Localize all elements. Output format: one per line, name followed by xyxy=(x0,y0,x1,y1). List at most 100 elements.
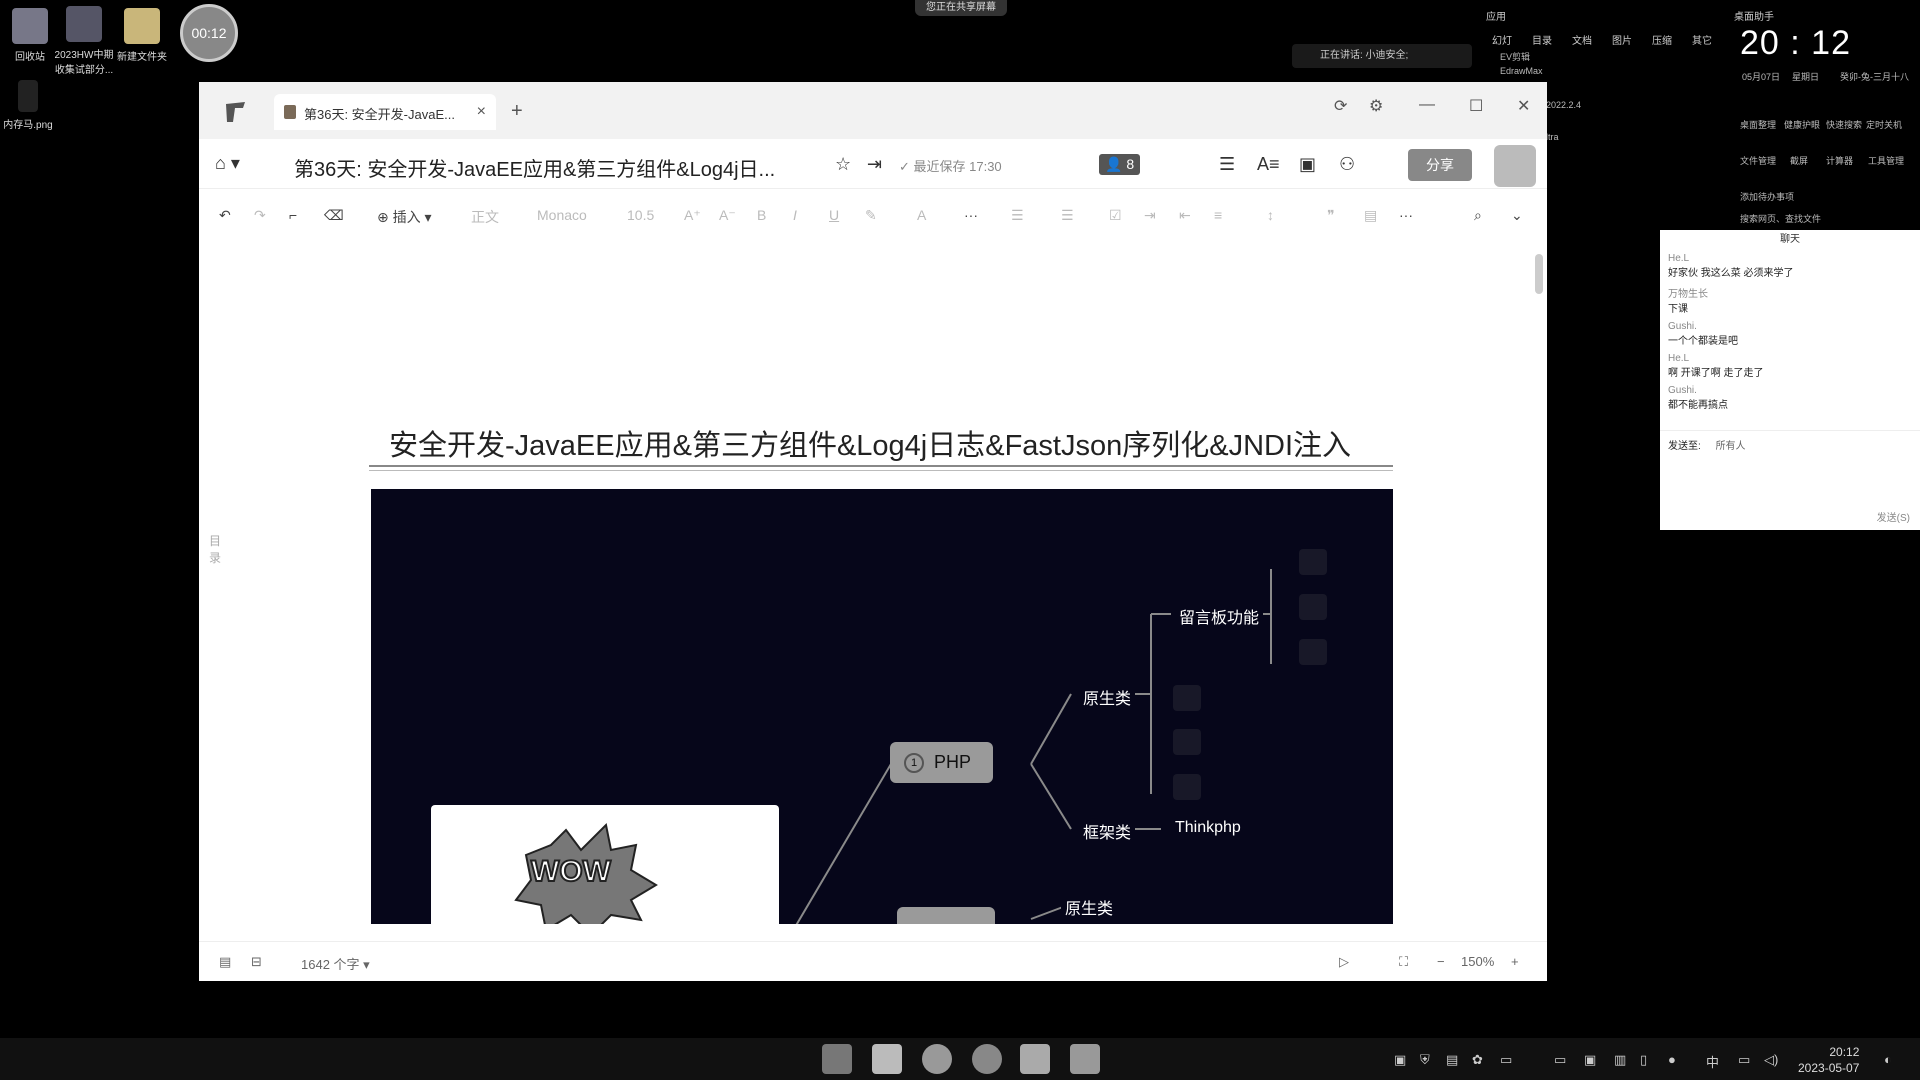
menu-item-docs[interactable]: 文档 xyxy=(1572,32,1592,47)
tray-app-icon[interactable]: ▭ xyxy=(1500,1052,1512,1068)
bold-icon[interactable]: B xyxy=(757,207,766,223)
redo-icon[interactable]: ↷ xyxy=(254,207,266,224)
tray-app-icon[interactable]: ▣ xyxy=(1584,1052,1596,1068)
font-grow-icon[interactable]: A⁺ xyxy=(684,207,701,224)
font-select[interactable]: Monaco xyxy=(537,207,587,223)
document-heading[interactable]: 安全开发-JavaEE应用&第三方组件&Log4j日志&FastJson序列化&… xyxy=(389,422,1351,464)
move-icon[interactable]: ⇥ xyxy=(867,154,882,175)
send-button[interactable]: 发送(S) xyxy=(1877,509,1910,524)
star-icon[interactable]: ☆ xyxy=(835,154,851,175)
network-icon[interactable]: ▭ xyxy=(1738,1052,1750,1068)
tray-app-icon[interactable]: ▥ xyxy=(1614,1052,1626,1068)
app-logo-icon[interactable] xyxy=(223,100,249,124)
search-icon[interactable]: ⌕ xyxy=(1474,207,1482,224)
home-icon[interactable]: ⌂ ▾ xyxy=(215,153,240,174)
avatar[interactable] xyxy=(1494,145,1536,187)
mindmap-node-native-2[interactable]: 原生类 xyxy=(1061,893,1118,921)
vertical-scrollbar[interactable] xyxy=(1535,254,1543,294)
indent-icon[interactable]: ⇥ xyxy=(1144,207,1156,224)
present-icon[interactable]: ▣ xyxy=(1299,154,1316,175)
image-file-icon[interactable]: 内存马.png xyxy=(0,80,60,131)
notification-icon[interactable]: ◐ xyxy=(1884,1052,1892,1067)
chat-compose[interactable]: 发送至: 所有人 发送(S) xyxy=(1660,430,1920,530)
mindmap-node-native[interactable]: 原生类 xyxy=(1079,683,1136,711)
mindmap-node-php[interactable]: 1 PHP xyxy=(890,742,994,784)
chrome-icon[interactable] xyxy=(972,1044,1002,1074)
font-shrink-icon[interactable]: A⁻ xyxy=(719,207,736,224)
code-block-icon[interactable]: ▤ xyxy=(1364,207,1377,224)
new-folder-icon[interactable]: 新建文件夹 xyxy=(110,8,174,63)
mindmap-node-second[interactable] xyxy=(897,907,995,924)
font-size-select[interactable]: 10.5 xyxy=(627,207,654,223)
play-icon[interactable]: ▷ xyxy=(1339,954,1349,970)
document-canvas[interactable]: 目录 安全开发-JavaEE应用&第三方组件&Log4j日志&FastJson序… xyxy=(199,244,1547,924)
add-member-icon[interactable]: ⚇ xyxy=(1339,154,1355,175)
recording-timer[interactable]: 00:12 xyxy=(180,4,238,62)
minimize-icon[interactable]: — xyxy=(1419,96,1435,114)
ime-indicator[interactable]: 中 xyxy=(1706,1052,1719,1071)
format-painter-icon[interactable]: ⌐ xyxy=(289,207,297,223)
shortcut-calculator[interactable]: 计算器 xyxy=(1826,154,1853,167)
send-to-select[interactable]: 所有人 xyxy=(1716,441,1746,452)
add-todo-link[interactable]: 添加待办事项 xyxy=(1740,190,1794,203)
zoom-out-icon[interactable]: − xyxy=(1437,954,1445,969)
outline-icon[interactable]: ▤ xyxy=(219,954,231,970)
more-icon[interactable]: ··· xyxy=(1399,207,1413,223)
shortcut-search[interactable]: 快速搜索 xyxy=(1826,118,1862,131)
photos-icon[interactable] xyxy=(1070,1044,1100,1074)
start-icon[interactable] xyxy=(822,1044,852,1074)
note-app-icon[interactable] xyxy=(1020,1044,1050,1074)
menu-icon[interactable]: ☰ xyxy=(1219,154,1235,175)
shortcut-file-manager[interactable]: 文件管理 xyxy=(1740,154,1776,167)
tray-app-icon[interactable]: ▤ xyxy=(1446,1052,1458,1068)
fullscreen-icon[interactable]: ⛶ xyxy=(1399,954,1408,970)
tray-monitor-icon[interactable]: ▭ xyxy=(1554,1052,1566,1068)
shortcut-shutdown[interactable]: 定时关机 xyxy=(1866,118,1902,131)
usb-icon[interactable]: ▯ xyxy=(1640,1052,1647,1068)
word-count[interactable]: 1642 个字 ▾ xyxy=(301,954,370,973)
line-spacing-icon[interactable]: ↕ xyxy=(1267,207,1274,223)
highlight-icon[interactable]: ✎ xyxy=(865,207,877,224)
checklist-icon[interactable]: ☑ xyxy=(1109,207,1122,224)
menu-item-toc[interactable]: 目录 xyxy=(1532,32,1552,47)
document-tab[interactable]: 第36天: 安全开发-JavaE... × xyxy=(274,94,496,130)
zoom-level[interactable]: 150% xyxy=(1461,954,1494,969)
chevron-down-icon[interactable]: ⌄ xyxy=(1511,207,1523,224)
shortcut-tools[interactable]: 工具管理 xyxy=(1868,154,1904,167)
menu-item-other[interactable]: 其它 xyxy=(1692,32,1712,47)
underline-icon[interactable]: U xyxy=(829,207,839,223)
mindmap-node-thinkphp[interactable]: Thinkphp xyxy=(1171,817,1245,839)
text-style-icon[interactable]: A≡ xyxy=(1257,154,1280,175)
insert-button[interactable]: ⊕ 插入 ▾ xyxy=(377,207,432,227)
document-title[interactable]: 第36天: 安全开发-JavaEE应用&第三方组件&Log4j日... xyxy=(294,153,814,182)
close-tab-icon[interactable]: × xyxy=(477,103,486,121)
bullet-list-icon[interactable]: ☰ xyxy=(1011,207,1024,224)
eraser-icon[interactable]: ⌫ xyxy=(324,207,344,224)
menu-item-slides[interactable]: 幻灯 xyxy=(1492,32,1512,47)
page-view-icon[interactable]: ⊟ xyxy=(251,954,262,970)
shortcut-eye-care[interactable]: 健康护眼 xyxy=(1784,118,1820,131)
maximize-icon[interactable]: ☐ xyxy=(1469,96,1483,116)
align-icon[interactable]: ≡ xyxy=(1214,207,1222,223)
paragraph-style-select[interactable]: 正文 xyxy=(471,207,499,227)
new-tab-icon[interactable]: + xyxy=(511,100,523,123)
share-button[interactable]: 分享 xyxy=(1408,149,1472,181)
settings-icon[interactable]: ⚙ xyxy=(1369,96,1383,116)
undo-icon[interactable]: ↶ xyxy=(219,207,231,224)
mindmap-node-framework[interactable]: 框架类 xyxy=(1079,817,1136,845)
file-explorer-icon[interactable] xyxy=(872,1044,902,1074)
quote-icon[interactable]: ❞ xyxy=(1327,207,1335,224)
app-edrawmax[interactable]: EdrawMax xyxy=(1500,66,1543,76)
edge-icon[interactable] xyxy=(922,1044,952,1074)
menu-item-zip[interactable]: 压缩 xyxy=(1652,32,1672,47)
taskbar-clock[interactable]: 20:12 2023-05-07 xyxy=(1798,1044,1859,1076)
shortcut-screenshot[interactable]: 截屏 xyxy=(1790,154,1808,167)
tray-app-icon[interactable]: ✿ xyxy=(1472,1052,1483,1068)
italic-icon[interactable]: I xyxy=(793,207,797,223)
shortcut-desktop-organize[interactable]: 桌面整理 xyxy=(1740,118,1776,131)
font-color-icon[interactable]: A xyxy=(917,207,926,223)
microphone-icon[interactable]: ● xyxy=(1668,1052,1676,1067)
menu-item-images[interactable]: 图片 xyxy=(1612,32,1632,47)
tray-shield-icon[interactable]: ⛨ xyxy=(1420,1052,1430,1068)
web-search-link[interactable]: 搜索网页、查找文件 xyxy=(1740,212,1821,225)
